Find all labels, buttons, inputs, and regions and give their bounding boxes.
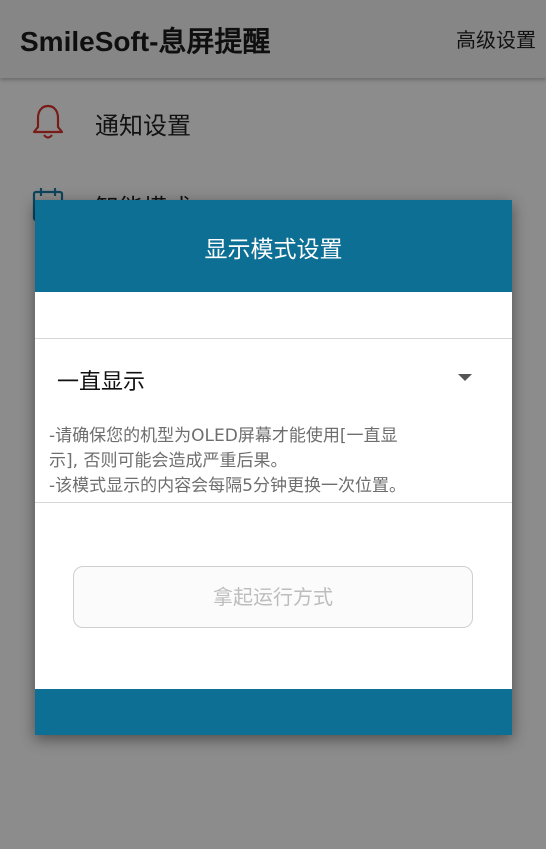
dialog-footer — [35, 689, 512, 735]
display-mode-dialog: 显示模式设置 一直显示 -请确保您的机型为OLED屏幕才能使用[一直显 示], … — [35, 200, 512, 735]
warning-line: -请确保您的机型为OLED屏幕才能使用[一直显 — [49, 426, 398, 446]
pickup-run-mode-button[interactable]: 拿起运行方式 — [73, 566, 473, 628]
warning-text: -请确保您的机型为OLED屏幕才能使用[一直显 示], 否则可能会造成严重后果。… — [49, 424, 501, 499]
display-mode-select[interactable]: 一直显示 — [35, 340, 512, 410]
warning-line: 示], 否则可能会造成严重后果。 — [49, 451, 288, 471]
divider — [35, 338, 512, 339]
dialog-header: 显示模式设置 — [35, 200, 512, 292]
divider — [35, 502, 512, 503]
dialog-title: 显示模式设置 — [204, 237, 343, 263]
select-value: 一直显示 — [57, 370, 146, 395]
dropdown-arrow-icon — [458, 374, 472, 381]
warning-line: -该模式显示的内容会每隔5分钟更换一次位置。 — [49, 476, 406, 496]
